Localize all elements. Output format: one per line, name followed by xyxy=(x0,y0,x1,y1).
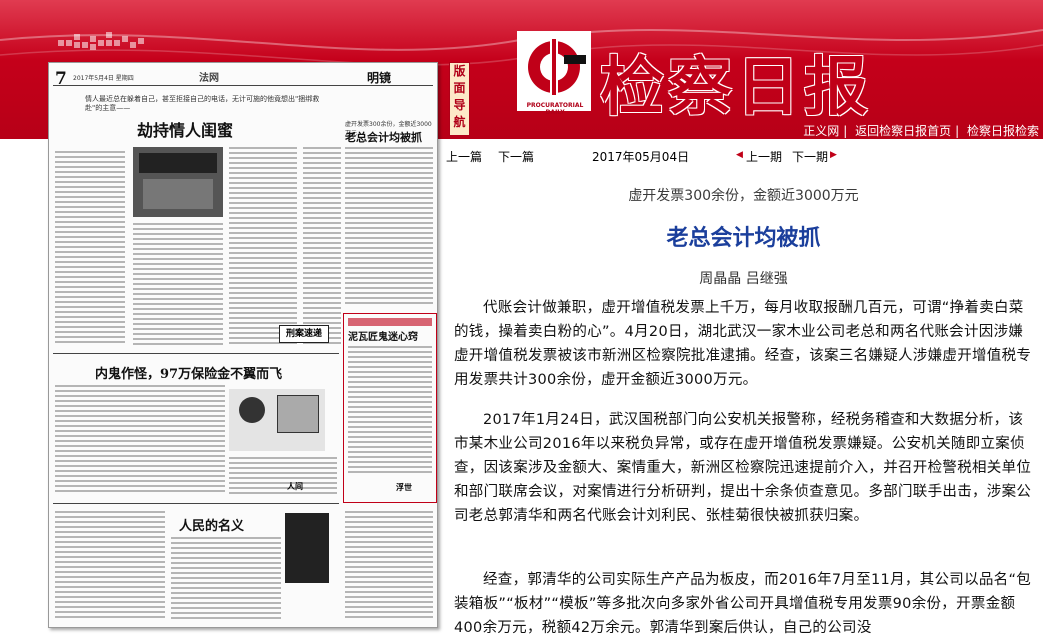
headline-insurance: 内鬼作怪，97万保险金不翼而飞 xyxy=(95,367,283,382)
lead-note: 情人最近总在躲着自己，甚至拒接自己的电话，无计可施的他竟想出"捆绑救赴"的主意—… xyxy=(85,95,320,112)
text-block xyxy=(55,385,225,495)
article-subtitle: 虚开发票300余份，金额近3000万元 xyxy=(628,188,859,204)
newspaper-page-content: 7 2017年5月4日 星期四 法网 明镜 情人最近总在躲着自己，甚至拒接自己的… xyxy=(49,63,437,627)
grid-decoration xyxy=(58,32,144,50)
text-block xyxy=(229,457,337,497)
text-block xyxy=(55,151,125,346)
link-zhengyi[interactable]: 正义网 xyxy=(799,124,843,138)
text-block xyxy=(133,223,223,347)
next-issue-arrow-icon[interactable]: ▶ xyxy=(830,150,837,160)
link-search[interactable]: 检察日报检索 xyxy=(963,124,1043,138)
next-article-link[interactable]: 下一篇 xyxy=(498,148,534,165)
text-block xyxy=(345,147,433,307)
article-paragraph: 2017年1月24日，武汉国税部门向公安机关报警称，经税务稽查和大数据分析，该市… xyxy=(454,412,1032,524)
text-block xyxy=(229,147,297,347)
tag-fushi: 浮世 xyxy=(396,483,412,492)
book-cover xyxy=(285,513,329,583)
rule xyxy=(53,85,433,86)
prev-article-link[interactable]: 上一篇 xyxy=(446,148,482,165)
text-block xyxy=(303,147,341,347)
logo-caption: PROCURATORIAL DAILY xyxy=(526,102,584,116)
photo-storefront xyxy=(133,147,223,217)
link-home[interactable]: 返回检察日报首页 xyxy=(851,124,955,138)
headline-people: 人民的名义 xyxy=(179,519,245,534)
text-block xyxy=(171,537,281,621)
tag-renjian: 人间 xyxy=(287,482,303,491)
tag-criminal: 刑案速递 xyxy=(279,325,329,343)
prev-issue-arrow-icon[interactable]: ◀ xyxy=(736,150,743,160)
next-issue-link[interactable]: 下一期 xyxy=(792,148,828,165)
text-block xyxy=(55,511,165,621)
headline-hijack: 劫持情人闺蜜 xyxy=(137,121,234,140)
article-authors: 周晶晶 吕继强 xyxy=(699,271,788,287)
article-paragraph: 代账会计做兼职，虚开增值税发票上千万，每月收取报酬几百元，可谓“挣着卖白菜的钱，… xyxy=(454,300,1032,388)
page-column: 明镜 xyxy=(367,71,392,85)
logo-mark-icon xyxy=(528,37,586,97)
top-links: 正义网 | 返回检察日报首页 | 检察日报检索 xyxy=(799,122,1043,138)
page-section: 法网 xyxy=(199,73,219,84)
layout-nav-badge[interactable]: 版面导航 xyxy=(449,62,470,136)
rule xyxy=(53,353,339,354)
cartoon-illustration xyxy=(229,389,325,451)
highlighted-story-box[interactable]: 泥瓦匠鬼迷心窍 浮世 xyxy=(343,313,437,503)
text-block xyxy=(348,346,432,476)
prev-issue-link[interactable]: 上一期 xyxy=(746,148,782,165)
newspaper-page-image[interactable]: 7 2017年5月4日 星期四 法网 明镜 情人最近总在躲着自己，甚至拒接自己的… xyxy=(48,62,438,628)
text-block xyxy=(345,511,433,621)
headline-accountants: 老总会计均被抓 xyxy=(345,131,422,144)
page-date: 2017年5月4日 星期四 xyxy=(73,75,134,82)
article-paragraph: 经查，郭清华的公司实际生产产品为板皮，而2016年7月至11月，其公司以品名“包… xyxy=(454,572,1032,636)
masthead-title: 检察日报 xyxy=(600,50,872,125)
article-title: 老总会计均被抓 xyxy=(666,226,821,251)
page-number: 7 xyxy=(55,69,67,89)
headline-mason: 泥瓦匠鬼迷心窍 xyxy=(348,332,418,343)
newspaper-logo xyxy=(517,31,591,111)
rule xyxy=(53,503,339,504)
link-separator: | xyxy=(843,124,848,138)
issue-date: 2017年05月04日 xyxy=(592,150,690,164)
link-separator: | xyxy=(955,124,960,138)
article-toolbar: 上一篇 下一篇 2017年05月04日 ◀ 上一期 下一期 ▶ xyxy=(440,142,1043,166)
